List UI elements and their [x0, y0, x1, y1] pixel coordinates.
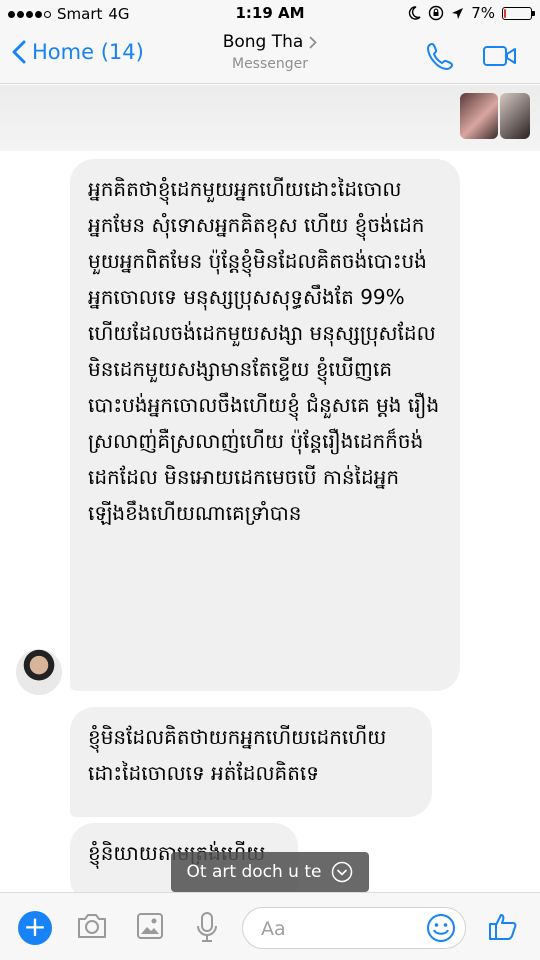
emoji-icon[interactable] [426, 913, 456, 943]
status-bar: Smart 4G 1:19 AM 7% [0, 0, 540, 28]
message-bubble[interactable]: ខ្ញុំមិនដែលគិតថាយកអ្នកហើយដេកហើយដោះដៃចោលទ… [70, 707, 432, 817]
message-list[interactable]: អ្នកគិតថាខ្ញុំដេកមួយអ្នកហើយដោះដៃចោល អ្នក… [0, 151, 540, 892]
sender-avatar[interactable] [16, 649, 62, 695]
new-message-toast[interactable]: Ot art doch u te [171, 852, 369, 892]
add-button[interactable]: + [18, 911, 52, 945]
battery-percent: 7% [471, 4, 495, 22]
nav-bar: Home (14) Bong Tha Messenger [0, 28, 540, 84]
chevron-right-icon [309, 35, 318, 49]
video-camera-icon[interactable] [482, 43, 518, 69]
seen-avatars [460, 93, 530, 139]
toast-text: Ot art doch u te [186, 862, 322, 882]
microphone-icon[interactable] [196, 911, 218, 943]
image-icon[interactable] [136, 911, 164, 941]
avatar [460, 93, 498, 139]
battery-level [504, 8, 506, 18]
location-icon [452, 7, 464, 19]
contact-name: Bong Tha [222, 32, 304, 52]
battery-icon [502, 6, 535, 20]
conversation-header-photo [0, 85, 540, 151]
chevron-down-icon [332, 861, 353, 883]
status-right: 7% [407, 4, 535, 22]
nav-actions [426, 41, 518, 71]
composer-bar: + Aa [0, 892, 540, 960]
rotation-lock-icon [429, 5, 444, 21]
camera-icon[interactable] [76, 911, 108, 941]
avatar [500, 93, 530, 139]
message-bubble[interactable]: អ្នកគិតថាខ្ញុំដេកមួយអ្នកហើយដោះដៃចោល អ្នក… [70, 159, 460, 691]
thumbs-up-icon[interactable] [488, 911, 518, 941]
moon-icon [409, 6, 421, 20]
phone-icon[interactable] [426, 41, 456, 71]
